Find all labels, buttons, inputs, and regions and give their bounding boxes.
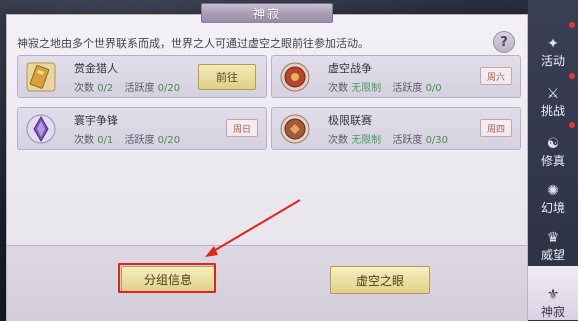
- pointer-arrow-icon: [205, 199, 301, 257]
- sidebar-item-shenji[interactable]: ⚜ 神寂: [528, 266, 578, 320]
- illusion-icon: ✺: [547, 183, 559, 199]
- sidebar-item-label: 挑战: [540, 104, 565, 118]
- sidebar-item-activity[interactable]: ✦ 活动: [528, 24, 578, 69]
- shenji-icon: ⚜: [546, 287, 560, 303]
- notification-dot: [569, 73, 575, 79]
- notification-dot: [569, 22, 575, 28]
- sidebar-item-label: 神寂: [540, 305, 565, 319]
- sidebar-item-label: 幻境: [540, 201, 565, 215]
- sidebar-item-prestige[interactable]: ♛ 威望: [528, 218, 578, 263]
- challenge-icon: ⚔: [546, 86, 560, 102]
- sidebar-item-label: 威望: [540, 248, 565, 262]
- prestige-icon: ♛: [546, 230, 560, 246]
- sidebar-item-label: 活动: [540, 54, 565, 68]
- sidebar-item-label: 修真: [540, 154, 565, 168]
- sidebar-item-illusion[interactable]: ✺ 幻境: [528, 171, 578, 216]
- sidebar-item-challenge[interactable]: ⚔ 挑战: [528, 74, 578, 119]
- cultivation-icon: ☯: [546, 136, 560, 152]
- activity-icon: ✦: [547, 36, 559, 52]
- game-background: 神寂 神寂之地由多个世界联系而成，世界之人可通过虚空之眼前往参加活动。 ? 赏金…: [0, 0, 578, 321]
- sidebar-item-cultivation[interactable]: ☯ 修真: [528, 124, 578, 169]
- notification-dot: [569, 122, 575, 128]
